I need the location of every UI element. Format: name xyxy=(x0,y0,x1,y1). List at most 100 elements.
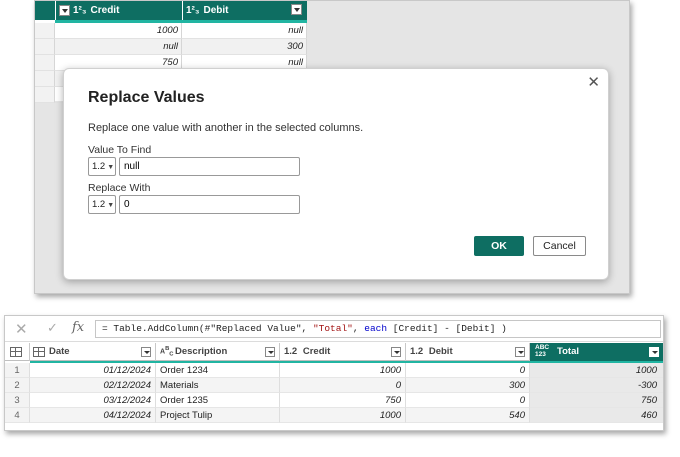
row-number[interactable]: 2 xyxy=(5,378,30,393)
date-cell[interactable]: 03/12/2024 xyxy=(30,393,156,408)
text-type-icon[interactable]: ABC xyxy=(160,346,174,358)
credit-cell[interactable]: 0 xyxy=(280,378,406,393)
replace-values-screenshot: 1²₃ Credit 1²₃ Debit 1000 null null 300 … xyxy=(34,0,630,294)
table-row: 4 04/12/2024 Project Tulip 1000 540 460 xyxy=(5,408,663,423)
result-table-screenshot: ✕ ✓ fx = Table.AddColumn(#"Replaced Valu… xyxy=(4,315,664,431)
row-number-cell xyxy=(35,23,55,39)
credit-cell[interactable]: 750 xyxy=(280,393,406,408)
table-row: 1 01/12/2024 Order 1234 1000 0 1000 xyxy=(5,363,663,378)
table-row: 2 02/12/2024 Materials 0 300 -300 xyxy=(5,378,663,393)
cancel-button[interactable]: Cancel xyxy=(533,236,586,256)
column-label: Total xyxy=(557,346,579,357)
background-header-spacer xyxy=(35,1,55,20)
chevron-down-icon: ▼ xyxy=(107,202,115,209)
debit-cell[interactable]: 300 xyxy=(182,39,307,55)
total-cell[interactable]: -300 xyxy=(530,378,663,393)
chevron-down-icon: ▼ xyxy=(107,164,115,171)
debit-cell[interactable]: 0 xyxy=(406,393,530,408)
formula-keyword-token: each xyxy=(364,323,388,334)
row-number[interactable]: 1 xyxy=(5,363,30,378)
table-icon[interactable] xyxy=(10,347,22,357)
row-number-cell xyxy=(35,39,55,55)
row-number-cell xyxy=(35,55,55,71)
debit-cell[interactable]: 540 xyxy=(406,408,530,423)
date-cell[interactable]: 01/12/2024 xyxy=(30,363,156,378)
text-type-glyph: C xyxy=(169,351,174,358)
column-filter-dropdown-icon[interactable] xyxy=(291,4,302,15)
dialog-title: Replace Values xyxy=(88,89,205,106)
decimal-type-icon[interactable]: 1.2 xyxy=(410,346,423,357)
row-number-cell xyxy=(35,71,55,87)
column-filter-dropdown-icon[interactable] xyxy=(391,347,401,357)
credit-cell[interactable]: 1000 xyxy=(55,23,182,39)
column-filter-dropdown-icon[interactable] xyxy=(141,347,151,357)
table-row: 3 03/12/2024 Order 1235 750 0 750 xyxy=(5,393,663,408)
total-cell[interactable]: 750 xyxy=(530,393,663,408)
description-cell[interactable]: Materials xyxy=(156,378,280,393)
commit-formula-icon[interactable]: ✓ xyxy=(47,320,58,336)
debit-cell[interactable]: 300 xyxy=(406,378,530,393)
type-select-value: 1.2 xyxy=(92,161,106,172)
formula-text: [Credit] - [Debit] ) xyxy=(387,323,507,334)
debit-cell[interactable]: null xyxy=(182,23,307,39)
replace-with-type-select[interactable]: 1.2 ▼ xyxy=(88,195,116,214)
table-header: Date ABC Description 1.2 Credit 1.2 Debi… xyxy=(5,343,663,361)
column-label: Description xyxy=(175,346,228,357)
close-icon[interactable]: ✕ xyxy=(587,75,600,90)
fx-icon[interactable]: fx xyxy=(72,320,84,335)
column-label: Credit xyxy=(302,346,331,357)
whole-number-type-icon[interactable]: 1²₃ xyxy=(186,5,200,16)
column-label: Debit xyxy=(203,5,229,16)
debit-cell[interactable]: 0 xyxy=(406,363,530,378)
row-number[interactable]: 4 xyxy=(5,408,30,423)
date-type-icon[interactable] xyxy=(33,347,45,357)
any-type-icon[interactable]: ABC 123 xyxy=(535,344,549,358)
column-header-credit[interactable]: 1.2 Credit xyxy=(280,343,406,361)
date-cell[interactable]: 04/12/2024 xyxy=(30,408,156,423)
background-row: 1000 null xyxy=(35,23,307,39)
cancel-formula-icon[interactable]: ✕ xyxy=(15,320,28,338)
credit-cell[interactable]: 1000 xyxy=(280,363,406,378)
column-header-total[interactable]: ABC 123 Total xyxy=(530,343,663,361)
column-filter-dropdown-icon[interactable] xyxy=(515,347,525,357)
whole-number-type-icon[interactable]: 1²₃ xyxy=(73,5,87,16)
value-to-find-label: Value To Find xyxy=(88,144,152,156)
formula-string-token: "Total" xyxy=(312,323,353,334)
decimal-type-icon[interactable]: 1.2 xyxy=(284,346,297,357)
type-select-value: 1.2 xyxy=(92,199,106,210)
column-header-date[interactable]: Date xyxy=(30,343,156,361)
value-to-find-input[interactable] xyxy=(119,157,300,176)
formula-text: = Table.AddColumn(#"Replaced Value", xyxy=(102,323,313,334)
description-cell[interactable]: Order 1235 xyxy=(156,393,280,408)
description-cell[interactable]: Project Tulip xyxy=(156,408,280,423)
column-header-description[interactable]: ABC Description xyxy=(156,343,280,361)
background-column-credit[interactable]: 1²₃ Credit xyxy=(55,1,182,20)
column-filter-dropdown-icon[interactable] xyxy=(265,347,275,357)
credit-cell[interactable]: null xyxy=(55,39,182,55)
background-row: null 300 xyxy=(35,39,307,55)
formula-text: , xyxy=(352,323,365,334)
any-type-glyph: 123 xyxy=(535,350,546,358)
dialog-description: Replace one value with another in the se… xyxy=(88,122,364,134)
formula-input[interactable]: = Table.AddColumn(#"Replaced Value", "To… xyxy=(95,320,661,338)
ok-button[interactable]: OK xyxy=(474,236,524,256)
total-cell[interactable]: 460 xyxy=(530,408,663,423)
column-filter-dropdown-icon[interactable] xyxy=(649,347,659,357)
credit-cell[interactable]: 1000 xyxy=(280,408,406,423)
column-label: Debit xyxy=(428,346,453,357)
table-menu-button[interactable] xyxy=(5,343,30,361)
description-cell[interactable]: Order 1234 xyxy=(156,363,280,378)
row-number-cell xyxy=(35,87,55,103)
column-label: Date xyxy=(49,346,70,357)
column-filter-dropdown-icon[interactable] xyxy=(59,5,70,16)
replace-with-label: Replace With xyxy=(88,182,151,194)
column-header-debit[interactable]: 1.2 Debit xyxy=(406,343,530,361)
row-number[interactable]: 3 xyxy=(5,393,30,408)
total-cell[interactable]: 1000 xyxy=(530,363,663,378)
value-to-find-type-select[interactable]: 1.2 ▼ xyxy=(88,157,116,176)
replace-with-input[interactable] xyxy=(119,195,300,214)
replace-values-dialog: ✕ Replace Values Replace one value with … xyxy=(63,68,609,280)
background-column-debit[interactable]: 1²₃ Debit xyxy=(182,1,307,20)
column-label: Credit xyxy=(90,5,120,16)
date-cell[interactable]: 02/12/2024 xyxy=(30,378,156,393)
